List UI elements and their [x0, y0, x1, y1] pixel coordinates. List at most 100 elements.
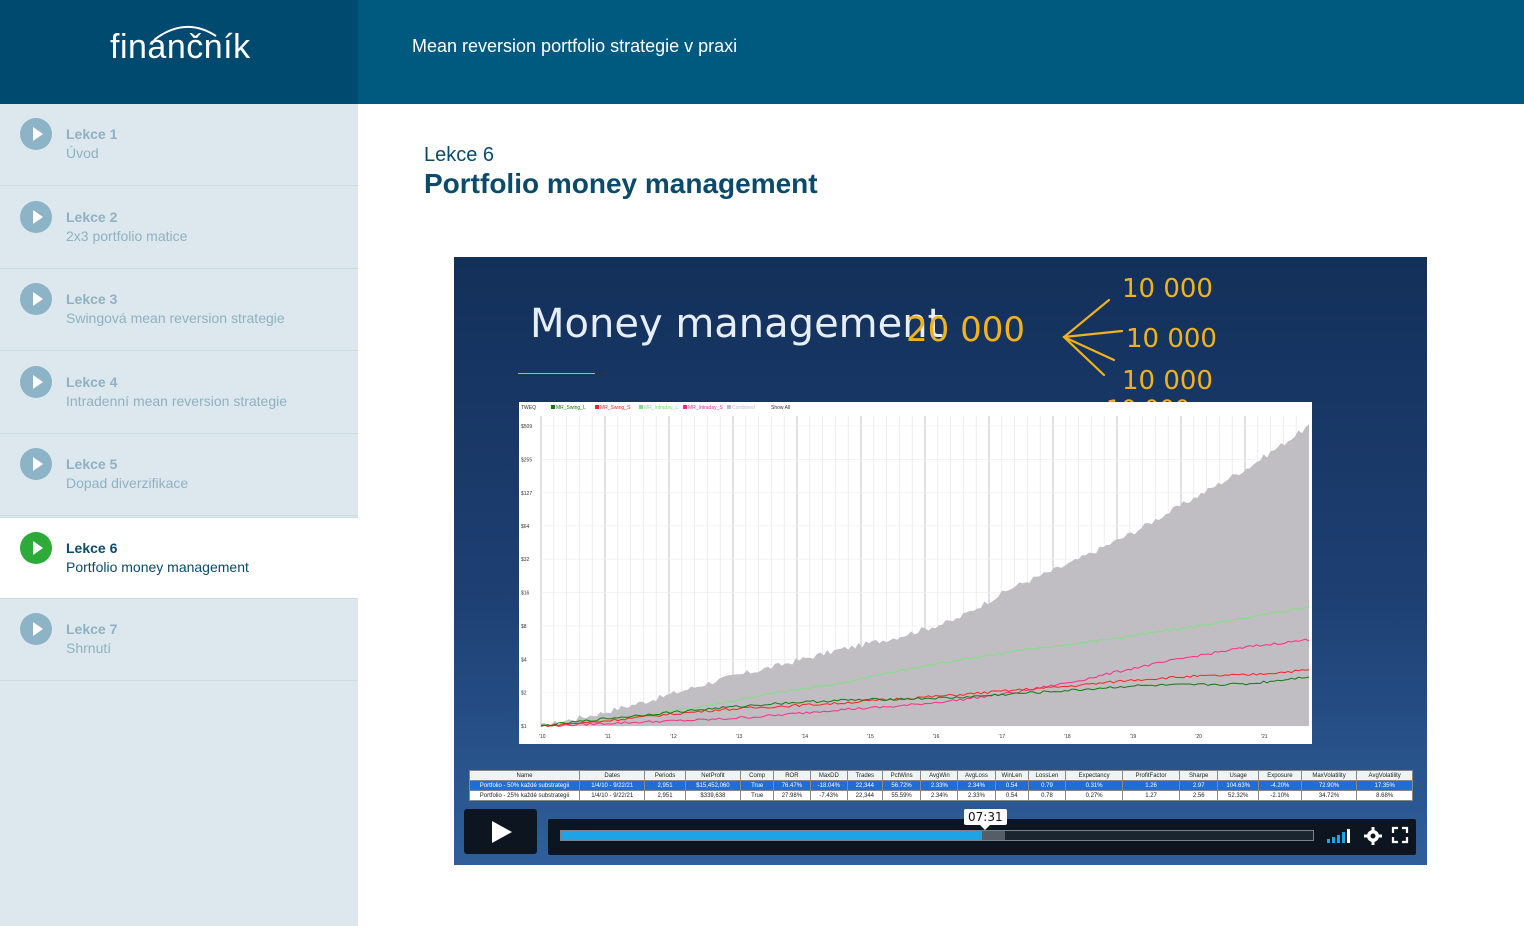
legend-swatch [595, 405, 599, 409]
x-tick-label: '16 [933, 734, 940, 740]
legend-label: Combined [732, 405, 755, 411]
lesson-name: Intradenní mean reversion strategie [66, 392, 288, 409]
play-circle-icon [20, 613, 52, 645]
sidebar-item-lesson-2[interactable]: Lekce 2 2x3 portfolio matice [0, 187, 358, 269]
table-cell: 0.79 [1027, 780, 1067, 791]
column-header: Comp [740, 770, 774, 781]
table-cell: 2,951 [644, 790, 686, 801]
time-tooltip: 07:31 [964, 809, 1007, 830]
table-cell: 22,344 [846, 790, 883, 801]
table-cell: 56.72% [881, 780, 922, 791]
play-circle-icon [20, 200, 52, 233]
lesson-number: Lekce 7 [66, 621, 118, 637]
table-cell: 0.78 [1027, 790, 1067, 801]
lesson-label: Lekce 6 [424, 144, 495, 166]
y-tick-label: $1 [521, 724, 527, 730]
volume-icon[interactable] [1325, 826, 1351, 846]
table-cell: -2.10% [1258, 790, 1302, 801]
table-cell: 0.54 [994, 790, 1029, 801]
table-row[interactable]: Portfolio - 25% každé substrategii 1/4/10… [469, 790, 1413, 801]
table-cell: 52.32% [1217, 790, 1260, 801]
handwriting-split-1: 10 000 [1122, 274, 1213, 304]
table-cell: 2.34% [920, 790, 959, 801]
column-header: Usage [1217, 770, 1260, 781]
lesson-name: Shrnutí [66, 640, 112, 656]
legend-swatch [639, 405, 643, 409]
table-cell: True [740, 780, 774, 791]
progress-bar[interactable] [560, 830, 1314, 841]
x-tick-label: '18 [1064, 734, 1071, 740]
x-tick-label: '13 [736, 734, 743, 740]
table-cell: 72.90% [1300, 780, 1358, 791]
table-cell: 55.59% [881, 790, 922, 801]
table-cell: $15,452,060 [684, 780, 742, 791]
x-tick-label: '14 [802, 734, 809, 740]
handwriting-split-3: 10 000 [1122, 366, 1213, 396]
table-cell: Portfolio - 25% každé substrategii [469, 790, 580, 801]
legend-label: MR_Intraday_S [688, 405, 723, 411]
legend-label: TWEQ [521, 405, 536, 411]
x-tick-label: '15 [867, 734, 874, 740]
table-cell: 2.33% [920, 780, 959, 791]
table-cell: 1.27 [1122, 790, 1181, 801]
sidebar-item-lesson-1[interactable]: Lekce 1 Úvod [0, 104, 358, 186]
sidebar-item-lesson-3[interactable]: Lekce 3 Swingová mean reversion strategie [0, 269, 358, 351]
lesson-number: Lekce 1 [66, 126, 118, 142]
play-circle-icon [20, 531, 52, 564]
lesson-number: Lekce 5 [66, 456, 118, 472]
table-cell: 1/4/10 - 9/22/21 [578, 780, 646, 791]
video-player[interactable]: Money management 20 000 10 000 10 000 10… [454, 257, 1427, 865]
play-button[interactable] [464, 809, 537, 854]
table-cell: 27.98% [773, 790, 811, 801]
column-header: Exposure [1258, 770, 1302, 781]
x-tick-label: '17 [998, 734, 1005, 740]
column-header: MaxDD [809, 770, 848, 781]
column-header: MaxVolatility [1300, 770, 1358, 781]
column-header: WinLen [994, 770, 1029, 781]
table-cell: 34.72% [1300, 790, 1358, 801]
table-row[interactable]: Portfolio - 50% každé substrategii 1/4/10… [469, 780, 1413, 791]
table-cell: 1.26 [1122, 780, 1181, 791]
y-tick-label: $255 [521, 457, 532, 463]
sidebar-item-lesson-7[interactable]: Lekce 7 Shrnutí [0, 599, 358, 681]
legend-swatch [683, 405, 687, 409]
table-cell: 2.56 [1179, 790, 1219, 801]
table-cell: 8.68% [1356, 790, 1413, 801]
column-header: Trades [846, 770, 883, 781]
table-cell: 2.34% [957, 780, 996, 791]
logo[interactable]: finančník [110, 28, 251, 67]
y-tick-label: $127 [521, 491, 532, 497]
table-cell: 0.54 [994, 780, 1029, 791]
column-header: PctWins [881, 770, 922, 781]
lesson-number: Lekce 6 [66, 539, 118, 556]
sidebar-item-lesson-5[interactable]: Lekce 5 Dopad diverzifikace [0, 434, 358, 516]
equity-chart: $1 $2 $4 $8 $16 $32 $64 $127 $255 $509 '10 '11 '12 '1… [519, 402, 1312, 744]
progress-fill [561, 831, 983, 840]
settings-icon[interactable] [1363, 826, 1383, 846]
table-cell: -4.20% [1258, 780, 1302, 791]
table-cell: 17.35% [1356, 780, 1413, 791]
column-header: Name [469, 770, 580, 781]
fullscreen-icon[interactable] [1391, 826, 1409, 846]
legend-swatch [727, 405, 731, 409]
course-title: Mean reversion portfolio strategie v pra… [412, 36, 738, 56]
play-circle-icon [20, 448, 52, 480]
column-header: ROR [773, 770, 811, 781]
table-cell: $339,638 [684, 790, 742, 801]
sidebar: Lekce 1 Úvod Lekce 2 2x3 portfolio matice Le… [0, 104, 358, 926]
table-cell: 1/4/10 - 9/22/21 [578, 790, 646, 801]
legend-label: MR_Swing_S [600, 405, 631, 411]
sidebar-item-lesson-6[interactable]: Lekce 6 Portfolio money management [0, 516, 358, 599]
sidebar-item-lesson-4[interactable]: Lekce 4 Intradenní mean reversion strateg… [0, 352, 358, 434]
play-circle-icon [20, 283, 52, 315]
table-cell: 0.27% [1065, 790, 1124, 801]
table-cell: 76.47% [773, 780, 811, 791]
y-tick-label: $4 [521, 657, 527, 663]
table-cell: Portfolio - 50% každé substrategii [469, 780, 580, 791]
logo-area[interactable]: finančník [0, 0, 358, 104]
player-controls [464, 809, 1416, 855]
column-header: Sharpe [1179, 770, 1219, 781]
table-cell: 22,344 [846, 780, 883, 791]
table-cell: 2.97 [1179, 780, 1219, 791]
legend-label: MR_Swing_L [556, 405, 586, 411]
